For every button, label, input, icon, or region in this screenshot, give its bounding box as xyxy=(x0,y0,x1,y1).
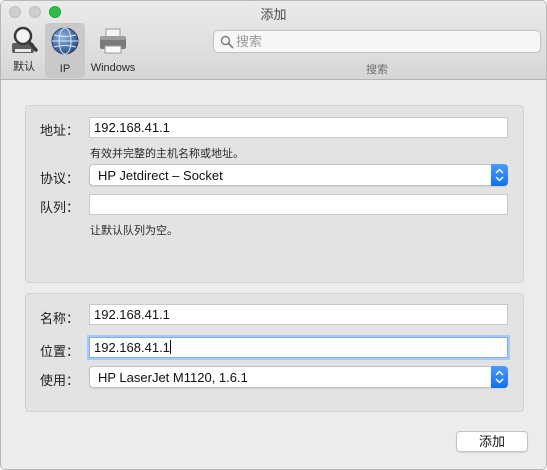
address-value: 192.168.41.1 xyxy=(94,120,170,135)
popup-arrows-icon xyxy=(491,164,508,186)
search-input[interactable] xyxy=(236,33,534,50)
location-label: 位置： xyxy=(40,344,80,359)
name-label: 名称： xyxy=(40,311,80,326)
search-icon xyxy=(220,35,234,49)
driver-value: HP LaserJet M1120, 1.6.1 xyxy=(98,370,248,385)
queue-hint: 让默认队列为空。 xyxy=(90,225,178,237)
toolbar-windows-label: Windows xyxy=(90,62,136,74)
toolbar-windows-button[interactable]: Windows xyxy=(87,23,139,77)
protocol-label: 协议： xyxy=(40,171,80,186)
window-title: 添加 xyxy=(260,7,287,22)
printer-icon xyxy=(100,28,126,54)
queue-field[interactable] xyxy=(89,194,508,215)
popup-arrows-icon xyxy=(491,366,508,388)
queue-label: 队列： xyxy=(40,200,80,215)
toolbar-default-button[interactable]: 默认 xyxy=(5,23,43,77)
toolbar: 添加 默认 IP Windows 搜索 搜索 xyxy=(1,1,546,80)
address-field[interactable]: 192.168.41.1 xyxy=(89,117,508,138)
globe-icon xyxy=(51,27,79,55)
name-field[interactable]: 192.168.41.1 xyxy=(89,304,508,325)
use-label: 使用： xyxy=(40,373,80,388)
address-hint: 有效并完整的主机名称或地址。 xyxy=(90,148,244,160)
add-button[interactable]: 添加 xyxy=(456,431,528,452)
address-label: 地址： xyxy=(40,123,80,138)
toolbar-default-label: 默认 xyxy=(13,61,35,73)
location-field[interactable]: 192.168.41.1 xyxy=(89,337,508,358)
protocol-select[interactable]: HP Jetdirect – Socket xyxy=(89,164,508,186)
magnifier-printer-icon xyxy=(12,26,38,53)
name-value: 192.168.41.1 xyxy=(94,307,170,322)
driver-select[interactable]: HP LaserJet M1120, 1.6.1 xyxy=(89,366,508,388)
search-box[interactable] xyxy=(213,30,541,53)
text-caret xyxy=(169,340,171,354)
protocol-value: HP Jetdirect – Socket xyxy=(98,168,223,183)
add-printer-window: 添加 默认 IP Windows 搜索 搜索 地址： 192.168.41.1 … xyxy=(0,0,547,470)
search-caption: 搜索 xyxy=(366,64,388,76)
toolbar-ip-label: IP xyxy=(59,63,71,75)
toolbar-ip-button[interactable]: IP xyxy=(45,23,85,78)
location-value: 192.168.41.1 xyxy=(94,340,170,355)
search-field-container xyxy=(213,30,541,53)
